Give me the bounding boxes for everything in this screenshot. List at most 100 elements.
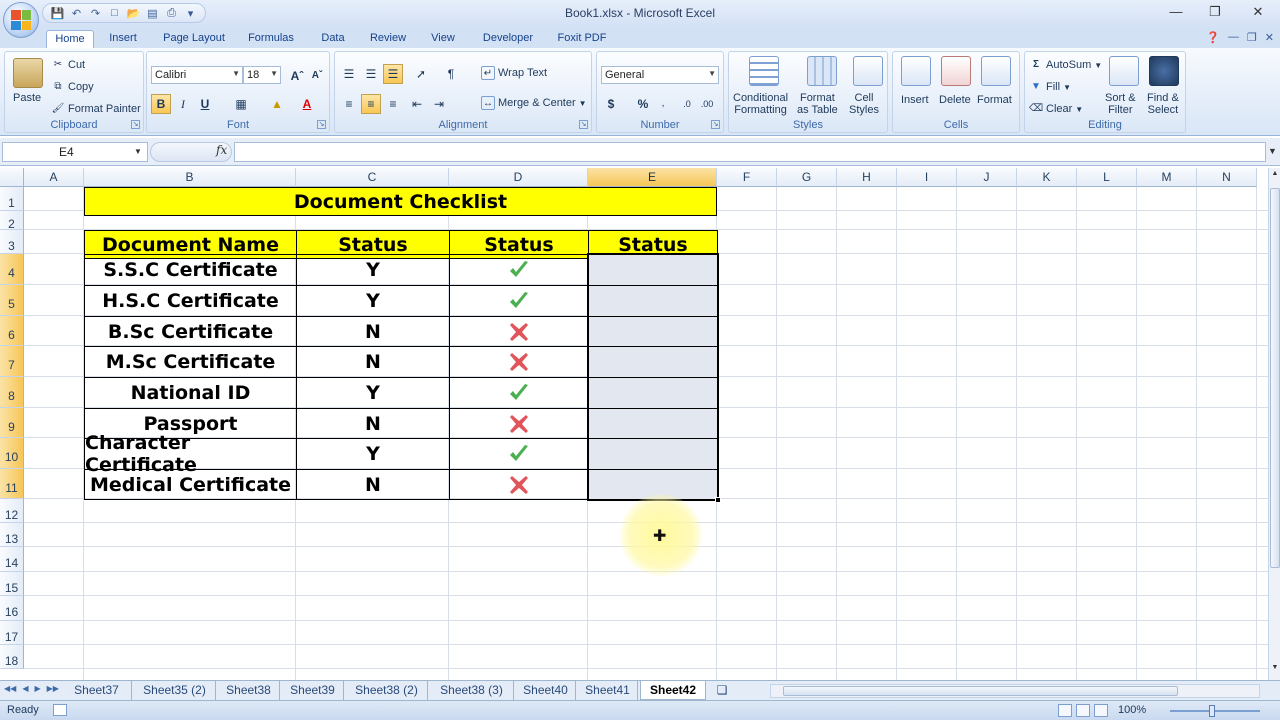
fill-button[interactable]: ▼ Fill ▼ [1029, 80, 1071, 94]
checklist-title[interactable]: Document Checklist [84, 187, 717, 216]
tab-home[interactable]: Home [46, 30, 94, 48]
help-icon[interactable]: ❓ [1206, 31, 1220, 44]
font-name-combo[interactable]: Calibri ▼ [151, 66, 243, 84]
wrap-text-button[interactable]: ↵ Wrap Text [481, 66, 547, 80]
column-header-b[interactable]: B [84, 168, 296, 187]
status-letter-cell[interactable]: Y [296, 254, 450, 286]
ribbon-close-icon[interactable]: ✕ [1265, 31, 1274, 44]
column-header-j[interactable]: J [957, 168, 1017, 187]
sheet-tab-sheet38-3[interactable]: Sheet38 (3) [430, 681, 514, 700]
next-sheet-icon[interactable]: ▶ [34, 684, 40, 693]
insert-function-icon[interactable]: fx [216, 143, 227, 157]
status-letter-cell[interactable]: N [296, 346, 450, 378]
tab-insert[interactable]: Insert [102, 30, 144, 48]
sheet-tab-sheet39[interactable]: Sheet39 [282, 681, 344, 700]
align-top-icon[interactable]: ☰ [339, 64, 359, 84]
prev-sheet-icon[interactable]: ◀ [22, 684, 28, 693]
currency-button[interactable]: $ [601, 94, 621, 114]
status-mark-cell[interactable] [449, 254, 589, 286]
row-header-4[interactable]: 4 [0, 254, 24, 285]
status-mark-cell[interactable] [449, 408, 589, 439]
autosum-button[interactable]: Σ AutoSum ▼ [1029, 58, 1102, 72]
orientation-icon[interactable]: ➚ [411, 64, 431, 84]
row-header-7[interactable]: 7 [0, 346, 24, 377]
sheet-tab-sheet40[interactable]: Sheet40 [516, 681, 576, 700]
row-header-18[interactable]: 18 [0, 645, 24, 669]
document-name-cell[interactable]: H.S.C Certificate [84, 285, 297, 317]
row-header-10[interactable]: 10 [0, 438, 24, 469]
sheet-tab-sheet35-2[interactable]: Sheet35 (2) [134, 681, 216, 700]
sheet-tab-sheet38[interactable]: Sheet38 [218, 681, 280, 700]
align-right-icon[interactable]: ≡ [383, 94, 403, 114]
cell-styles-button[interactable]: Cell Styles [849, 92, 879, 116]
office-button[interactable] [3, 2, 39, 38]
document-name-cell[interactable]: Character Certificate [84, 432, 297, 476]
align-center-icon[interactable]: ≡ [361, 94, 381, 114]
fill-color-icon[interactable]: ▲ [267, 94, 287, 114]
bold-button[interactable]: B [151, 94, 171, 114]
row-header-15[interactable]: 15 [0, 572, 24, 596]
row-header-13[interactable]: 13 [0, 523, 24, 547]
tab-page-layout[interactable]: Page Layout [158, 30, 230, 48]
select-all-corner[interactable] [0, 168, 24, 187]
conditional-formatting-button[interactable]: Conditional Formatting [733, 92, 788, 116]
row-header-11[interactable]: 11 [0, 469, 24, 499]
last-sheet-icon[interactable]: ▶▶ [47, 684, 59, 693]
italic-button[interactable]: I [173, 94, 193, 114]
number-format-combo[interactable]: General ▼ [601, 66, 719, 84]
delete-button[interactable]: Delete [939, 94, 971, 106]
macro-record-icon[interactable] [53, 704, 67, 716]
vertical-scrollbar[interactable]: ▲ ▼ [1268, 168, 1280, 680]
row-header-17[interactable]: 17 [0, 621, 24, 645]
row-header-5[interactable]: 5 [0, 285, 24, 316]
row-header-8[interactable]: 8 [0, 377, 24, 408]
document-name-cell[interactable]: B.Sc Certificate [84, 316, 297, 347]
merge-center-button[interactable]: ↔ Merge & Center ▼ [481, 96, 587, 110]
tab-review[interactable]: Review [366, 30, 410, 48]
page-layout-view-icon[interactable] [1076, 704, 1090, 717]
normal-view-icon[interactable] [1058, 704, 1072, 717]
row-header-9[interactable]: 9 [0, 408, 24, 438]
sort-filter-button[interactable]: Sort & Filter [1105, 92, 1136, 116]
copy-button[interactable]: ⧉ Copy [51, 80, 93, 94]
horizontal-scrollbar[interactable] [770, 684, 1260, 698]
insert-sheet-icon[interactable]: ❏ [708, 681, 736, 700]
row-header-3[interactable]: 3 [0, 230, 24, 254]
document-name-cell[interactable]: S.S.C Certificate [84, 254, 297, 286]
row-header-12[interactable]: 12 [0, 499, 24, 523]
page-break-view-icon[interactable] [1094, 704, 1108, 717]
name-box[interactable]: E4 [2, 142, 148, 162]
decrease-decimal-icon[interactable]: .00 [697, 94, 717, 114]
text-direction-icon[interactable]: ¶ [441, 64, 461, 84]
sheet-tab-sheet38-2[interactable]: Sheet38 (2) [346, 681, 428, 700]
status-mark-cell[interactable] [449, 285, 589, 317]
dialog-launcher-icon[interactable]: ↘ [131, 120, 140, 129]
dialog-launcher-icon[interactable]: ↘ [317, 120, 326, 129]
formula-input[interactable] [234, 142, 1266, 162]
format-painter-button[interactable]: 🖌 Format Painter [51, 102, 141, 116]
column-header-h[interactable]: H [837, 168, 897, 187]
status-mark-cell[interactable] [449, 346, 589, 378]
tab-data[interactable]: Data [314, 30, 352, 48]
column-header-d[interactable]: D [449, 168, 588, 187]
restore-icon[interactable]: ❐ [1203, 4, 1227, 22]
expand-formula-bar-icon[interactable]: ▼ [1268, 146, 1277, 156]
row-header-2[interactable]: 2 [0, 211, 24, 231]
vertical-scroll-thumb[interactable] [1270, 188, 1280, 568]
clear-button[interactable]: ⌫ Clear ▼ [1029, 102, 1083, 116]
column-header-e[interactable]: E [588, 168, 717, 187]
status-letter-cell[interactable]: Y [296, 285, 450, 317]
first-sheet-icon[interactable]: ◀◀ [4, 684, 16, 693]
horizontal-scroll-thumb[interactable] [783, 686, 1178, 696]
column-header-f[interactable]: F [717, 168, 777, 187]
grow-font-icon[interactable]: Aˆ [287, 66, 307, 86]
tab-formulas[interactable]: Formulas [242, 30, 300, 48]
status-letter-cell[interactable]: N [296, 408, 450, 439]
tab-view[interactable]: View [424, 30, 462, 48]
percent-button[interactable]: % [633, 94, 653, 114]
find-select-button[interactable]: Find & Select [1147, 92, 1179, 116]
font-size-combo[interactable]: 18 ▼ [243, 66, 281, 84]
column-header-c[interactable]: C [296, 168, 449, 187]
tab-foxit-pdf[interactable]: Foxit PDF [552, 30, 612, 48]
zoom-slider-thumb[interactable] [1209, 705, 1215, 717]
